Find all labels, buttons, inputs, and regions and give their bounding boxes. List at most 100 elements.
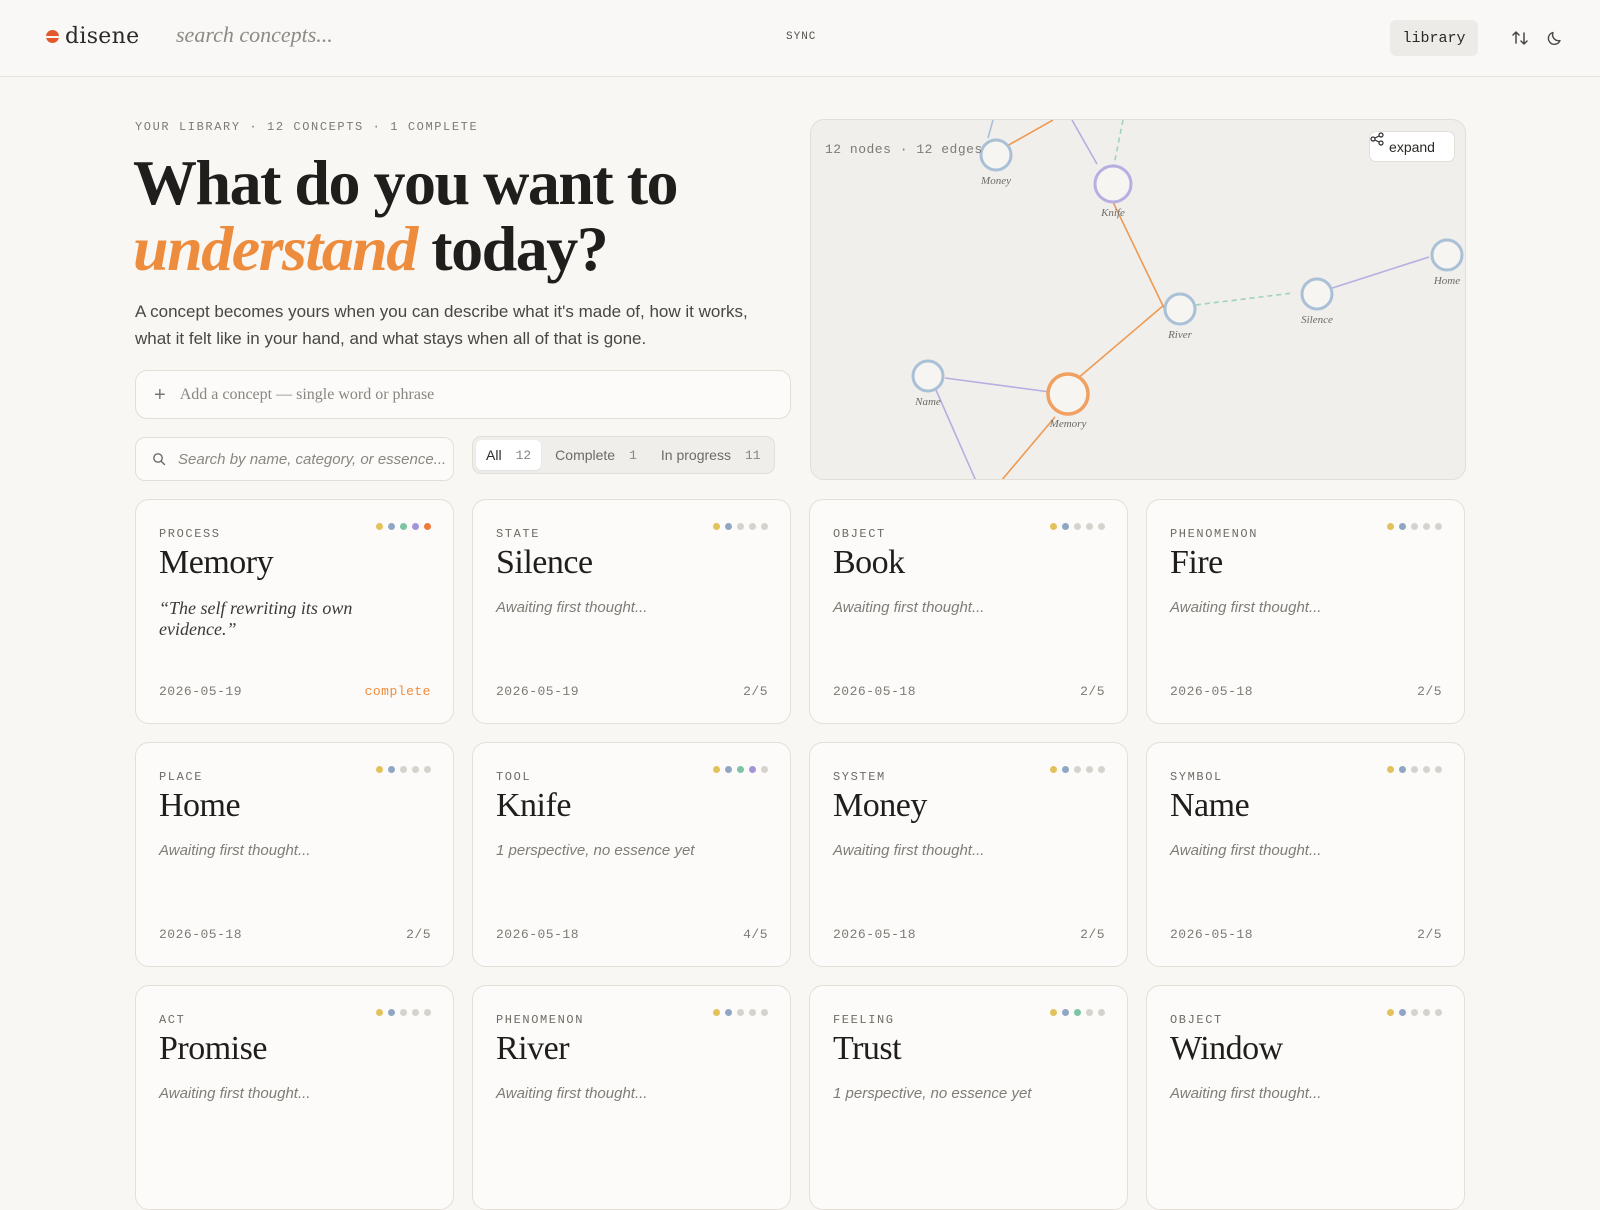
progress-dots xyxy=(1387,523,1442,530)
graph-edge xyxy=(1001,416,1056,479)
filter-label: All xyxy=(486,447,502,463)
concept-card-home[interactable]: PLACE Home Awaiting first thought... 2026-0… xyxy=(135,742,454,967)
progress-dot xyxy=(1435,1009,1442,1016)
intro-text: A concept becomes yours when you can des… xyxy=(135,302,748,348)
card-description: Awaiting first thought... xyxy=(496,599,648,616)
title-end: today? xyxy=(431,213,608,284)
progress-dot xyxy=(713,766,720,773)
graph-edge xyxy=(1006,120,1054,147)
progress-dots xyxy=(376,1009,431,1016)
concept-card-money[interactable]: SYSTEM Money Awaiting first thought... 2026… xyxy=(809,742,1128,967)
progress-dot xyxy=(376,1009,383,1016)
filter-complete[interactable]: Complete 1 xyxy=(545,440,647,470)
progress-dot xyxy=(1399,1009,1406,1016)
title-line-1: What do you want to xyxy=(133,147,679,218)
concept-card-memory[interactable]: PROCESS Memory “The self rewriting its own… xyxy=(135,499,454,724)
progress-dot xyxy=(737,1009,744,1016)
card-description: 1 perspective, no essence yet xyxy=(496,842,695,859)
progress-dot xyxy=(412,1009,419,1016)
graph-edge xyxy=(935,389,976,479)
concept-card-name[interactable]: SYMBOL Name Awaiting first thought... 2026-… xyxy=(1146,742,1465,967)
card-category: OBJECT xyxy=(1170,1013,1223,1027)
concept-card-book[interactable]: OBJECT Book Awaiting first thought... 2026-… xyxy=(809,499,1128,724)
concept-card-river[interactable]: PHENOMENON River Awaiting first thought... xyxy=(472,985,791,1210)
card-description: 1 perspective, no essence yet xyxy=(833,1085,1032,1102)
graph-node-name[interactable] xyxy=(911,359,945,393)
progress-dot xyxy=(761,766,768,773)
add-concept-placeholder: Add a concept — single word or phrase xyxy=(179,385,435,403)
progress-dot xyxy=(1074,523,1081,530)
card-category: PLACE xyxy=(159,770,204,784)
progress-dot xyxy=(713,1009,720,1016)
progress-dots xyxy=(713,1009,768,1016)
card-progress: 2/5 xyxy=(1417,684,1442,699)
card-description: Awaiting first thought... xyxy=(159,842,311,859)
card-date: 2026-05-18 xyxy=(496,927,580,942)
graph-node-silence[interactable] xyxy=(1300,277,1334,311)
expand-graph-button[interactable]: expand xyxy=(1369,131,1455,162)
filter-all[interactable]: All 12 xyxy=(476,440,542,470)
progress-dot xyxy=(1399,766,1406,773)
progress-dot xyxy=(1098,766,1105,773)
graph-label-knife: Knife xyxy=(1100,207,1125,219)
card-date: 2026-05-18 xyxy=(159,927,243,942)
concept-graph[interactable]: Money Knife Home River Silence Name Memo… xyxy=(810,119,1466,480)
progress-dots xyxy=(713,766,768,773)
graph-edge xyxy=(1071,120,1098,165)
progress-dot xyxy=(388,1009,395,1016)
expand-label: expand xyxy=(1389,138,1435,155)
graph-node-money[interactable] xyxy=(979,138,1013,172)
moon-icon[interactable] xyxy=(1545,28,1565,48)
concept-search-input[interactable]: Search by name, category, or essence... xyxy=(135,437,454,481)
progress-dot xyxy=(1435,523,1442,530)
progress-dot xyxy=(1086,766,1093,773)
progress-dot xyxy=(1411,523,1418,530)
progress-dot xyxy=(1411,766,1418,773)
sync-button[interactable]: SYNC xyxy=(786,31,816,43)
graph-label-name: Name xyxy=(914,396,941,408)
graph-edge xyxy=(1186,292,1294,307)
add-concept-input[interactable]: + Add a concept — single word or phrase xyxy=(135,370,791,419)
page-title: What do you want to understand today? xyxy=(133,150,773,282)
card-description: Awaiting first thought... xyxy=(1170,842,1322,859)
concept-card-fire[interactable]: PHENOMENON Fire Awaiting first thought... 2… xyxy=(1146,499,1465,724)
graph-node-knife[interactable] xyxy=(1093,164,1133,204)
graph-edge xyxy=(944,377,1051,393)
concept-grid: PROCESS Memory “The self rewriting its own… xyxy=(135,499,1467,1210)
plus-icon: + xyxy=(154,383,166,406)
progress-dot xyxy=(761,1009,768,1016)
card-progress: 2/5 xyxy=(1417,927,1442,942)
progress-dot xyxy=(1423,1009,1430,1016)
global-search-input[interactable]: search concepts... xyxy=(176,22,333,48)
graph-node-home[interactable] xyxy=(1430,238,1464,272)
graph-node-memory[interactable] xyxy=(1046,372,1090,416)
graph-node-river[interactable] xyxy=(1163,292,1197,326)
concept-card-knife[interactable]: TOOL Knife 1 perspective, no essence yet 20… xyxy=(472,742,791,967)
progress-dots xyxy=(1050,1009,1105,1016)
concept-card-window[interactable]: OBJECT Window Awaiting first thought... xyxy=(1146,985,1465,1210)
filter-in-progress[interactable]: In progress 11 xyxy=(651,440,771,470)
card-title: Name xyxy=(1170,787,1250,824)
concept-card-silence[interactable]: STATE Silence Awaiting first thought... 202… xyxy=(472,499,791,724)
graph-canvas[interactable]: Money Knife Home River Silence Name Memo… xyxy=(811,120,1466,480)
card-description: Awaiting first thought... xyxy=(1170,599,1322,616)
library-button[interactable]: library xyxy=(1390,20,1478,56)
card-category: ACT xyxy=(159,1013,186,1027)
progress-dot xyxy=(376,766,383,773)
concept-card-promise[interactable]: ACT Promise Awaiting first thought... xyxy=(135,985,454,1210)
graph-label-money: Money xyxy=(980,175,1011,187)
card-description: Awaiting first thought... xyxy=(833,599,985,616)
concept-card-trust[interactable]: FEELING Trust 1 perspective, no essence ye… xyxy=(809,985,1128,1210)
progress-dot xyxy=(1435,766,1442,773)
card-title: Book xyxy=(833,544,905,581)
search-placeholder: Search by name, category, or essence... xyxy=(178,450,447,468)
progress-dot xyxy=(412,766,419,773)
progress-dot xyxy=(1074,1009,1081,1016)
graph-stats: 12 nodes · 12 edges xyxy=(825,142,983,157)
progress-dot xyxy=(1050,766,1057,773)
progress-dot xyxy=(400,766,407,773)
sort-arrows-icon[interactable] xyxy=(1510,28,1530,48)
progress-dots xyxy=(1050,523,1105,530)
graph-label-home: Home xyxy=(1433,275,1460,287)
brand-logo[interactable]: disene xyxy=(46,24,139,49)
